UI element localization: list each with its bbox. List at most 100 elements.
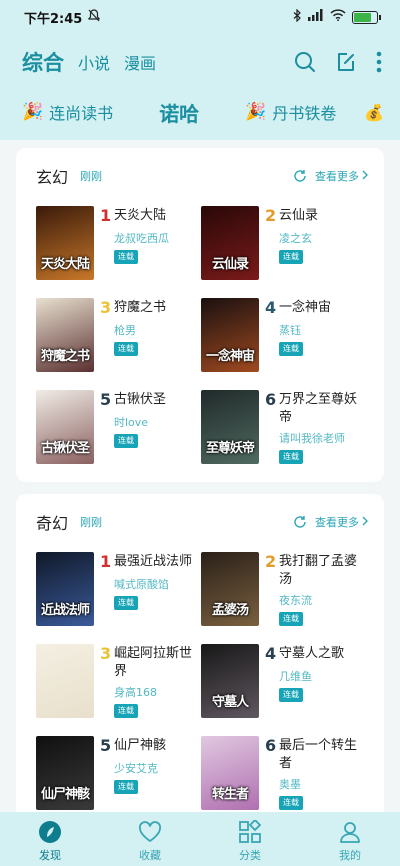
status-badge: 连载 bbox=[114, 704, 138, 718]
status-badge: 连载 bbox=[279, 342, 303, 356]
book-item[interactable]: 守墓人 4 守墓人之歌 几维鱼 连载 bbox=[201, 644, 371, 724]
book-title[interactable]: 狩魔之书 bbox=[114, 299, 204, 317]
status-badge: 连载 bbox=[279, 612, 303, 626]
cover-title: 云仙录 bbox=[211, 257, 249, 272]
nav-label: 收藏 bbox=[139, 849, 161, 862]
section-title: 奇幻 bbox=[36, 514, 69, 533]
book-author[interactable]: 请叫我徐老师 bbox=[279, 430, 345, 446]
status-badge: 连载 bbox=[114, 434, 138, 448]
book-title[interactable]: 我打翻了孟婆汤 bbox=[279, 553, 369, 589]
book-item[interactable]: 仙尸神骸 5 仙尸神骸 少安艾克 连载 bbox=[36, 736, 206, 816]
nav-label: 分类 bbox=[239, 849, 261, 862]
book-title[interactable]: 古锹伏圣 bbox=[114, 391, 204, 409]
book-rank: 2 bbox=[265, 552, 277, 571]
tab-comprehensive[interactable]: 综合 bbox=[22, 47, 64, 77]
book-title[interactable]: 守墓人之歌 bbox=[279, 645, 369, 663]
book-item[interactable]: 云仙录 2 云仙录 凌之玄 连载 bbox=[201, 206, 371, 286]
book-author[interactable]: 奥墨 bbox=[279, 776, 301, 792]
book-author[interactable]: 少安艾克 bbox=[114, 760, 158, 776]
book-author[interactable]: 时love bbox=[114, 414, 148, 430]
see-more-button[interactable]: 查看更多 bbox=[293, 168, 368, 184]
book-author[interactable]: 蒸钰 bbox=[279, 322, 301, 338]
bluetooth-icon bbox=[293, 8, 302, 26]
user-icon bbox=[338, 820, 362, 844]
book-author[interactable]: 枪男 bbox=[114, 322, 136, 338]
subnav-item-right[interactable]: 🎉 丹书铁卷 bbox=[245, 100, 336, 124]
book-cover[interactable]: 古锹伏圣 bbox=[36, 390, 94, 464]
book-author[interactable]: 夜东流 bbox=[279, 592, 312, 608]
wifi-icon bbox=[330, 9, 346, 25]
status-badge: 连载 bbox=[279, 450, 303, 464]
book-cover[interactable]: 一念神宙 bbox=[201, 298, 259, 372]
book-title[interactable]: 最后一个转生者 bbox=[279, 737, 369, 773]
book-cover[interactable]: 至尊妖帝 bbox=[201, 390, 259, 464]
chevron-right-icon bbox=[362, 170, 368, 183]
status-bar: 下午2:45 bbox=[0, 0, 400, 34]
book-cover[interactable] bbox=[36, 644, 94, 718]
heart-icon bbox=[138, 820, 162, 844]
book-title[interactable]: 最强近战法师 bbox=[114, 553, 204, 571]
book-cover[interactable]: 转生者 bbox=[201, 736, 259, 810]
tab-novels[interactable]: 小说 bbox=[78, 50, 110, 74]
book-title[interactable]: 仙尸神骸 bbox=[114, 737, 204, 755]
book-cover[interactable]: 守墓人 bbox=[201, 644, 259, 718]
nav-favorites[interactable]: 收藏 bbox=[100, 812, 200, 866]
book-rank: 6 bbox=[265, 736, 277, 755]
book-title[interactable]: 万界之至尊妖帝 bbox=[279, 391, 369, 427]
book-author[interactable]: 几维鱼 bbox=[279, 668, 312, 684]
book-author[interactable]: 龙叔吃西瓜 bbox=[114, 230, 169, 246]
subnav-item-left[interactable]: 🎉 连尚读书 bbox=[22, 100, 113, 124]
refresh-icon[interactable] bbox=[293, 169, 307, 183]
battery-icon bbox=[352, 10, 381, 24]
section-header: 玄幻 刚刚 查看更多 bbox=[36, 164, 368, 188]
book-cover[interactable]: 孟婆汤 bbox=[201, 552, 259, 626]
nav-categories[interactable]: 分类 bbox=[200, 812, 300, 866]
book-item[interactable]: 一念神宙 4 一念神宙 蒸钰 连载 bbox=[201, 298, 371, 378]
status-badge: 连载 bbox=[114, 596, 138, 610]
cover-title: 古锹伏圣 bbox=[40, 441, 90, 456]
status-badge: 连载 bbox=[114, 780, 138, 794]
book-item[interactable]: 狩魔之书 3 狩魔之书 枪男 连载 bbox=[36, 298, 206, 378]
book-title[interactable]: 天炎大陆 bbox=[114, 207, 204, 225]
book-author[interactable]: 凌之玄 bbox=[279, 230, 312, 246]
more-vertical-icon[interactable] bbox=[376, 51, 382, 73]
search-icon[interactable] bbox=[294, 51, 316, 73]
book-item[interactable]: 至尊妖帝 6 万界之至尊妖帝 请叫我徐老师 连载 bbox=[201, 390, 371, 470]
nav-profile[interactable]: 我的 bbox=[300, 812, 400, 866]
edit-icon[interactable] bbox=[336, 52, 356, 72]
book-cover[interactable]: 云仙录 bbox=[201, 206, 259, 280]
book-title[interactable]: 崛起阿拉斯世界 bbox=[114, 645, 204, 681]
nav-label: 我的 bbox=[339, 849, 361, 862]
book-cover[interactable]: 仙尸神骸 bbox=[36, 736, 94, 810]
see-more-label: 查看更多 bbox=[315, 170, 359, 183]
book-item[interactable]: 3 崛起阿拉斯世界 身高168 连载 bbox=[36, 644, 206, 724]
nav-discover[interactable]: 发现 bbox=[0, 812, 100, 866]
cover-title: 仙尸神骸 bbox=[40, 787, 90, 802]
book-cover[interactable]: 天炎大陆 bbox=[36, 206, 94, 280]
book-author[interactable]: 喊式原酸馅 bbox=[114, 576, 169, 592]
cover-title: 一念神宙 bbox=[205, 349, 255, 364]
category-icon bbox=[238, 820, 262, 844]
book-author[interactable]: 身高168 bbox=[114, 684, 157, 700]
book-cover[interactable]: 近战法师 bbox=[36, 552, 94, 626]
book-item[interactable]: 孟婆汤 2 我打翻了孟婆汤 夜东流 连载 bbox=[201, 552, 371, 632]
book-title[interactable]: 一念神宙 bbox=[279, 299, 369, 317]
tab-comics[interactable]: 漫画 bbox=[124, 50, 156, 74]
subnav-label: 丹书铁卷 bbox=[272, 104, 337, 123]
book-cover[interactable]: 狩魔之书 bbox=[36, 298, 94, 372]
book-item[interactable]: 天炎大陆 1 天炎大陆 龙叔吃西瓜 连载 bbox=[36, 206, 206, 286]
subnav-item-overflow[interactable]: 💰 bbox=[364, 103, 384, 122]
book-title[interactable]: 云仙录 bbox=[279, 207, 369, 225]
book-rank: 4 bbox=[265, 298, 277, 317]
see-more-button[interactable]: 查看更多 bbox=[293, 514, 368, 530]
book-item[interactable]: 古锹伏圣 5 古锹伏圣 时love 连载 bbox=[36, 390, 206, 470]
subnav-item-center[interactable]: 诺哈 bbox=[159, 98, 199, 127]
book-item[interactable]: 近战法师 1 最强近战法师 喊式原酸馅 连载 bbox=[36, 552, 206, 632]
book-item[interactable]: 转生者 6 最后一个转生者 奥墨 连载 bbox=[201, 736, 371, 816]
refresh-icon[interactable] bbox=[293, 515, 307, 529]
see-more-label: 查看更多 bbox=[315, 516, 359, 529]
cover-title: 至尊妖帝 bbox=[205, 441, 255, 456]
genre-section-xuanhuan: 玄幻 刚刚 查看更多 天炎大陆 1 天炎大陆 龙叔吃西瓜 连载 云仙录 2 云仙… bbox=[16, 148, 384, 482]
genre-section-qihuan: 奇幻 刚刚 查看更多 近战法师 1 最强近战法师 喊式原酸馅 连载 孟婆汤 2 … bbox=[16, 494, 384, 824]
section-header: 奇幻 刚刚 查看更多 bbox=[36, 510, 368, 534]
